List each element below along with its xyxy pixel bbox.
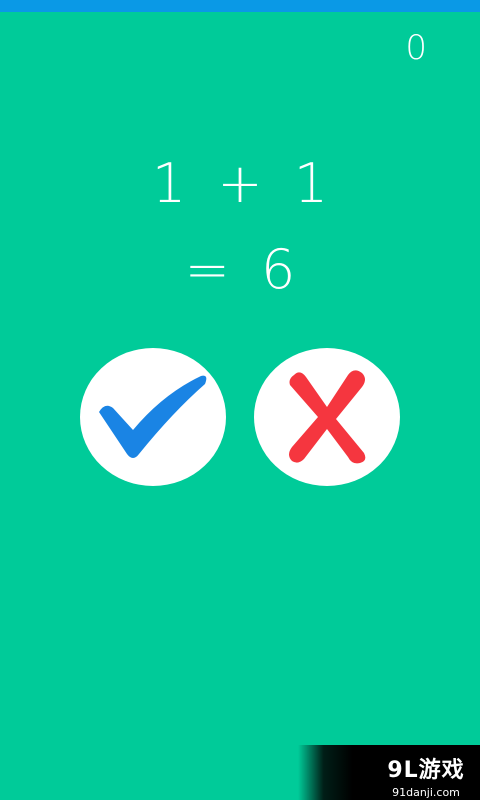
watermark-url: 91danji.com xyxy=(392,786,460,799)
wrong-button[interactable] xyxy=(254,348,400,486)
correct-button[interactable] xyxy=(80,348,226,486)
equation-result: = 6 xyxy=(184,238,296,301)
score-counter: 0 xyxy=(405,28,428,68)
status-bar xyxy=(0,0,480,12)
equation-operands: 1 + 1 xyxy=(151,152,329,215)
watermark-logo: 9L游戏 91danji.com xyxy=(372,752,480,799)
watermark-title: 9L游戏 xyxy=(387,758,465,783)
game-screen: 0 1 + 1 = 6 9L游戏 91danji.com xyxy=(0,0,480,800)
cross-icon xyxy=(289,370,366,464)
checkmark-icon xyxy=(99,375,207,458)
